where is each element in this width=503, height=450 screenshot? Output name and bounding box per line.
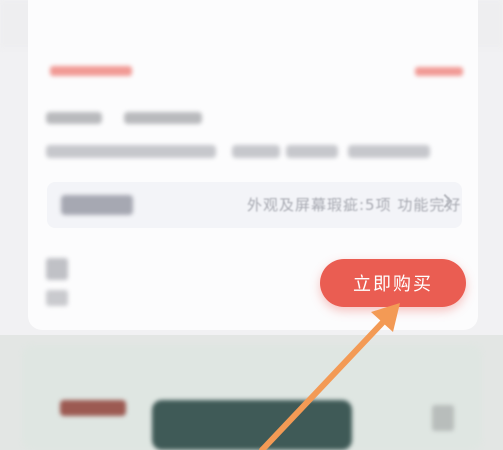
promo-tag: [50, 66, 132, 76]
product-spec-part: [232, 145, 280, 158]
promo-detail-link[interactable]: [415, 67, 463, 76]
condition-label-chip: [61, 195, 133, 215]
product-title-part: [46, 112, 102, 124]
product-spec-part: [46, 145, 216, 158]
condition-summary-row[interactable]: 外观及屏幕瑕疵:5项 功能完好: [47, 182, 462, 228]
buy-now-button[interactable]: 立即购买: [320, 259, 466, 307]
product-spec-part: [348, 145, 430, 158]
price-unit-placeholder: [46, 290, 68, 306]
recommendation-image[interactable]: [152, 400, 352, 450]
condition-summary-text: 外观及屏幕瑕疵:5项 功能完好: [247, 196, 462, 214]
recommendation-menu-icon[interactable]: [432, 405, 454, 431]
recommendation-tag: [60, 400, 126, 416]
price-placeholder: [46, 258, 68, 280]
product-title-part: [124, 112, 202, 124]
product-spec-part: [286, 145, 338, 158]
